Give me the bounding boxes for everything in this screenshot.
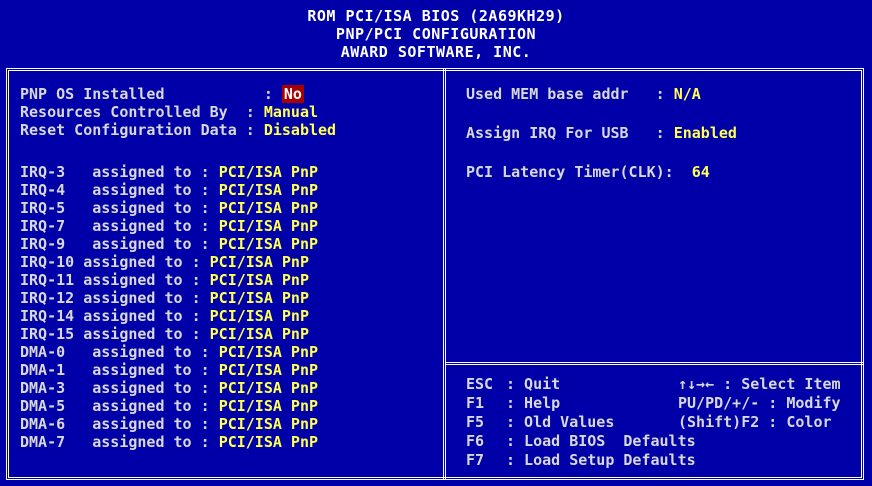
dma-value[interactable]: PCI/ISA PnP	[219, 397, 318, 415]
setting-value[interactable]: 64	[692, 163, 710, 181]
setting-value[interactable]: Manual	[264, 103, 318, 121]
irq-row[interactable]: IRQ-7 assigned to : PCI/ISA PnP	[20, 217, 318, 235]
setting-value[interactable]: N/A	[674, 85, 701, 103]
irq-value[interactable]: PCI/ISA PnP	[219, 217, 318, 235]
setting-reset-configuration-data[interactable]: Reset Configuration Data : Disabled	[20, 121, 336, 139]
irq-row[interactable]: IRQ-5 assigned to : PCI/ISA PnP	[20, 199, 318, 217]
dma-row[interactable]: DMA-5 assigned to : PCI/ISA PnP	[20, 397, 318, 415]
legend-key: F6	[466, 432, 485, 450]
legend-row: F5 : Old Values (Shift)F2 : Color	[466, 413, 832, 431]
legend-action: : Load Setup Defaults	[506, 451, 696, 469]
setting-pnp-os-installed[interactable]: PNP OS Installed : No	[20, 85, 304, 103]
dma-value[interactable]: PCI/ISA PnP	[219, 361, 318, 379]
setting-resources-controlled-by[interactable]: Resources Controlled By : Manual	[20, 103, 318, 121]
irq-value[interactable]: PCI/ISA PnP	[210, 253, 309, 271]
irq-row[interactable]: IRQ-11 assigned to : PCI/ISA PnP	[20, 271, 309, 289]
legend-hint: (Shift)F2 : Color	[678, 413, 832, 431]
legend-action: : Quit	[506, 375, 561, 393]
irq-value[interactable]: PCI/ISA PnP	[210, 271, 309, 289]
irq-value[interactable]: PCI/ISA PnP	[219, 163, 318, 181]
legend-key: F5	[466, 413, 485, 431]
dma-row[interactable]: DMA-1 assigned to : PCI/ISA PnP	[20, 361, 318, 379]
irq-row[interactable]: IRQ-3 assigned to : PCI/ISA PnP	[20, 163, 318, 181]
legend-row: F7 : Load Setup Defaults	[466, 451, 696, 469]
irq-value[interactable]: PCI/ISA PnP	[210, 289, 309, 307]
irq-value[interactable]: PCI/ISA PnP	[219, 235, 318, 253]
dma-row[interactable]: DMA-7 assigned to : PCI/ISA PnP	[20, 433, 318, 451]
horizontal-divider	[446, 362, 864, 365]
setting-used-mem-base-addr[interactable]: Used MEM base addr : N/A	[466, 85, 701, 103]
legend-action: : Load BIOS Defaults	[506, 432, 696, 450]
legend-row: ESC : Quit ↑↓→← : Select Item	[466, 375, 841, 393]
irq-row[interactable]: IRQ-9 assigned to : PCI/ISA PnP	[20, 235, 318, 253]
irq-row[interactable]: IRQ-4 assigned to : PCI/ISA PnP	[20, 181, 318, 199]
irq-value[interactable]: PCI/ISA PnP	[210, 307, 309, 325]
page-title: PNP/PCI CONFIGURATION	[335, 25, 537, 43]
irq-row[interactable]: IRQ-14 assigned to : PCI/ISA PnP	[20, 307, 309, 325]
irq-value[interactable]: PCI/ISA PnP	[210, 325, 309, 343]
dma-row[interactable]: DMA-3 assigned to : PCI/ISA PnP	[20, 379, 318, 397]
setting-value[interactable]: Disabled	[264, 121, 336, 139]
irq-value[interactable]: PCI/ISA PnP	[219, 181, 318, 199]
legend-key: F7	[466, 451, 485, 469]
legend-hint: PU/PD/+/- : Modify	[678, 394, 841, 412]
bios-header: ROM PCI/ISA BIOS (2A69KH29) PNP/PCI CONF…	[0, 0, 872, 62]
bios-title: ROM PCI/ISA BIOS (2A69KH29)	[307, 7, 565, 25]
setting-value[interactable]: Enabled	[674, 124, 737, 142]
legend-row: F1 : Help PU/PD/+/- : Modify	[466, 394, 841, 412]
vertical-divider	[443, 68, 446, 480]
dma-value[interactable]: PCI/ISA PnP	[219, 415, 318, 433]
legend-action: : Help	[506, 394, 561, 412]
setting-pci-latency-timer[interactable]: PCI Latency Timer(CLK): 64	[466, 163, 710, 181]
dma-row[interactable]: DMA-6 assigned to : PCI/ISA PnP	[20, 415, 318, 433]
dma-value[interactable]: PCI/ISA PnP	[219, 379, 318, 397]
legend-row: F6 : Load BIOS Defaults	[466, 432, 696, 450]
setting-assign-irq-for-usb[interactable]: Assign IRQ For USB : Enabled	[466, 124, 737, 142]
setting-value[interactable]: No	[281, 85, 304, 103]
irq-row[interactable]: IRQ-10 assigned to : PCI/ISA PnP	[20, 253, 309, 271]
dma-row[interactable]: DMA-0 assigned to : PCI/ISA PnP	[20, 343, 318, 361]
legend-action: : Old Values	[506, 413, 615, 431]
legend-hint: ↑↓→← : Select Item	[678, 375, 841, 393]
legend-key: ESC	[466, 375, 494, 393]
legend-key: F1	[466, 394, 485, 412]
vendor-name: AWARD SOFTWARE, INC.	[340, 43, 532, 61]
irq-row[interactable]: IRQ-12 assigned to : PCI/ISA PnP	[20, 289, 309, 307]
irq-row[interactable]: IRQ-15 assigned to : PCI/ISA PnP	[20, 325, 309, 343]
dma-value[interactable]: PCI/ISA PnP	[219, 433, 318, 451]
irq-value[interactable]: PCI/ISA PnP	[219, 199, 318, 217]
dma-value[interactable]: PCI/ISA PnP	[219, 343, 318, 361]
